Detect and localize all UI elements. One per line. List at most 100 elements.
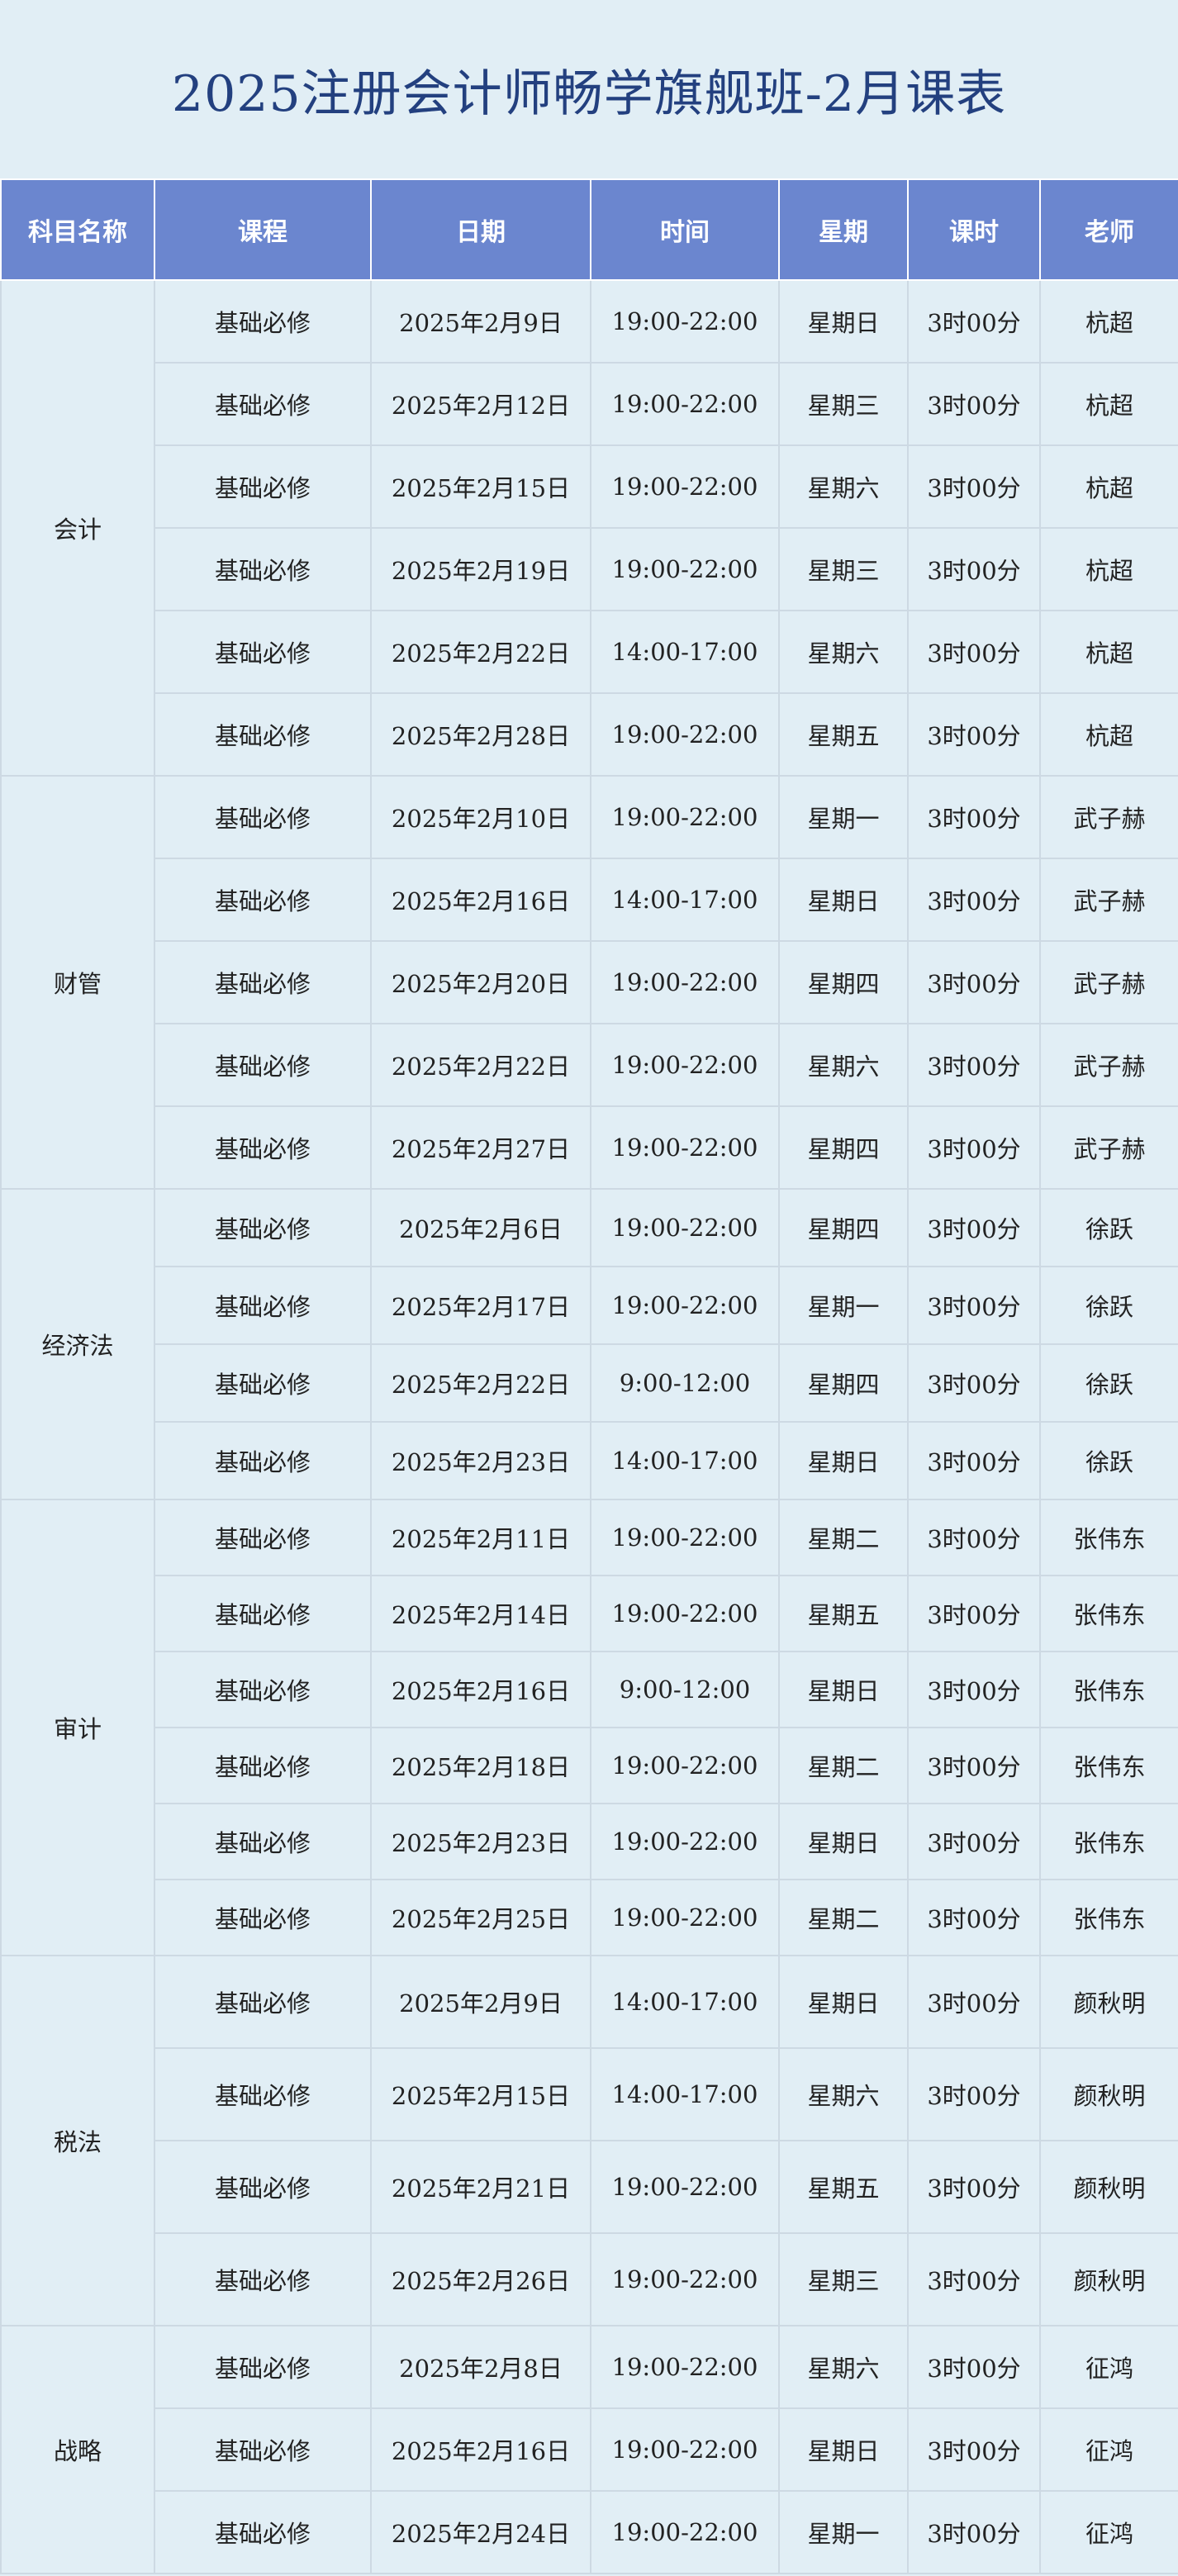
page-title: 2025注册会计师畅学旗舰班-2月课表 (171, 64, 1007, 123)
cell-teacher: 武子赫 (1039, 1105, 1178, 1190)
schedule-page: 2025注册会计师畅学旗舰班-2月课表 科目名称 课程 日期 时间 星期 课时 … (0, 0, 1178, 2576)
cell-date: 2025年2月20日 (370, 940, 591, 1024)
cell-course: 基础必修 (154, 362, 372, 446)
cell-subject: 审计 (0, 1499, 155, 1956)
cell-weekday: 星期六 (778, 2325, 909, 2409)
cell-time: 19:00-22:00 (590, 692, 780, 777)
cell-teacher: 杭超 (1039, 610, 1178, 694)
cell-date: 2025年2月11日 (370, 1499, 591, 1576)
cell-hours: 3时00分 (907, 1803, 1041, 1880)
cell-time: 14:00-17:00 (590, 858, 780, 942)
cell-hours: 3时00分 (907, 279, 1041, 364)
cell-course: 基础必修 (154, 1879, 372, 1956)
cell-hours: 3时00分 (907, 858, 1041, 942)
cell-teacher: 武子赫 (1039, 858, 1178, 942)
cell-time: 14:00-17:00 (590, 2047, 780, 2141)
cell-teacher: 张伟东 (1039, 1651, 1178, 1728)
cell-date: 2025年2月25日 (370, 1879, 591, 1956)
cell-weekday: 星期三 (778, 527, 909, 611)
cell-time: 9:00-12:00 (590, 1343, 780, 1423)
cell-date: 2025年2月17日 (370, 1266, 591, 1345)
header-weekday: 星期 (778, 178, 909, 281)
cell-weekday: 星期日 (778, 1955, 909, 2049)
table-row: 基础必修 2025年2月18日 19:00-22:00 星期二 3时00分 张伟东 (1, 1727, 1178, 1804)
cell-hours: 3时00分 (907, 362, 1041, 446)
cell-weekday: 星期日 (778, 858, 909, 942)
cell-subject: 战略 (0, 2325, 155, 2574)
cell-date: 2025年2月6日 (370, 1188, 591, 1267)
cell-date: 2025年2月22日 (370, 1023, 591, 1107)
cell-course: 基础必修 (154, 775, 372, 859)
cell-course: 基础必修 (154, 1499, 372, 1576)
cell-hours: 3时00分 (907, 2407, 1041, 2492)
cell-weekday: 星期二 (778, 1727, 909, 1804)
cell-course: 基础必修 (154, 1727, 372, 1804)
cell-teacher: 张伟东 (1039, 1879, 1178, 1956)
schedule-table: 科目名称 课程 日期 时间 星期 课时 老师 会计 基础必修 2025年2月9日 19… (0, 178, 1178, 2574)
cell-weekday: 星期一 (778, 1266, 909, 1345)
cell-time: 19:00-22:00 (590, 362, 780, 446)
cell-time: 19:00-22:00 (590, 2325, 780, 2409)
cell-course: 基础必修 (154, 610, 372, 694)
header-subject: 科目名称 (0, 178, 155, 281)
cell-time: 19:00-22:00 (590, 775, 780, 859)
cell-weekday: 星期四 (778, 1188, 909, 1267)
cell-course: 基础必修 (154, 2490, 372, 2574)
cell-course: 基础必修 (154, 444, 372, 529)
table-row: 基础必修 2025年2月27日 19:00-22:00 星期四 3时00分 武子赫 (1, 1105, 1178, 1190)
cell-date: 2025年2月28日 (370, 692, 591, 777)
cell-weekday: 星期六 (778, 2047, 909, 2141)
table-row: 基础必修 2025年2月21日 19:00-22:00 星期五 3时00分 颜秋明 (1, 2140, 1178, 2234)
cell-hours: 3时00分 (907, 527, 1041, 611)
table-row: 战略 基础必修 2025年2月8日 19:00-22:00 星期六 3时00分 征鸿 (0, 2325, 1178, 2574)
cell-weekday: 星期四 (778, 1105, 909, 1190)
cell-hours: 3时00分 (907, 1955, 1041, 2049)
cell-time: 19:00-22:00 (590, 1499, 780, 1576)
cell-teacher: 颜秋明 (1039, 2047, 1178, 2141)
cell-time: 14:00-17:00 (590, 1421, 780, 1500)
cell-hours: 3时00分 (907, 2140, 1041, 2234)
cell-date: 2025年2月24日 (370, 2490, 591, 2574)
table-row: 基础必修 2025年2月19日 19:00-22:00 星期三 3时00分 杭超 (1, 527, 1178, 611)
cell-weekday: 星期日 (778, 1421, 909, 1500)
cell-weekday: 星期三 (778, 2232, 909, 2326)
header-hours: 课时 (907, 178, 1041, 281)
cell-course: 基础必修 (154, 940, 372, 1024)
cell-hours: 3时00分 (907, 2490, 1041, 2574)
cell-subject: 经济法 (0, 1188, 155, 1500)
cell-course: 基础必修 (154, 1803, 372, 1880)
cell-hours: 3时00分 (907, 1105, 1041, 1190)
cell-course: 基础必修 (154, 1023, 372, 1107)
table-row: 财管 基础必修 2025年2月10日 19:00-22:00 星期一 3时00分 武子赫 (0, 775, 1178, 1190)
cell-date: 2025年2月22日 (370, 1343, 591, 1423)
cell-time: 19:00-22:00 (590, 1023, 780, 1107)
cell-date: 2025年2月8日 (370, 2325, 591, 2409)
table-row: 基础必修 2025年2月14日 19:00-22:00 星期五 3时00分 张伟东 (1, 1575, 1178, 1652)
cell-teacher: 征鸿 (1039, 2407, 1178, 2492)
cell-hours: 3时00分 (907, 2325, 1041, 2409)
cell-weekday: 星期一 (778, 2490, 909, 2574)
cell-course: 基础必修 (154, 2407, 372, 2492)
cell-weekday: 星期五 (778, 692, 909, 777)
cell-teacher: 征鸿 (1039, 2325, 1178, 2409)
table-row: 基础必修 2025年2月25日 19:00-22:00 星期二 3时00分 张伟东 (1, 1879, 1178, 1956)
table-row: 基础必修 2025年2月16日 19:00-22:00 星期日 3时00分 征鸿 (1, 2407, 1178, 2492)
header-teacher: 老师 (1039, 178, 1178, 281)
cell-time: 19:00-22:00 (590, 1803, 780, 1880)
cell-teacher: 张伟东 (1039, 1727, 1178, 1804)
cell-date: 2025年2月16日 (370, 2407, 591, 2492)
table-row: 经济法 基础必修 2025年2月6日 19:00-22:00 星期四 3时00分 徐跃 (0, 1188, 1178, 1500)
cell-time: 19:00-22:00 (590, 940, 780, 1024)
cell-teacher: 杭超 (1039, 362, 1178, 446)
cell-hours: 3时00分 (907, 1651, 1041, 1728)
header-date: 日期 (370, 178, 591, 281)
table-row: 基础必修 2025年2月16日 14:00-17:00 星期日 3时00分 武子赫 (1, 858, 1178, 942)
table-row: 基础必修 2025年2月22日 14:00-17:00 星期六 3时00分 杭超 (1, 610, 1178, 694)
table-row: 基础必修 2025年2月22日 19:00-22:00 星期六 3时00分 武子赫 (1, 1023, 1178, 1107)
cell-time: 19:00-22:00 (590, 2490, 780, 2574)
cell-course: 基础必修 (154, 2232, 372, 2326)
cell-weekday: 星期二 (778, 1499, 909, 1576)
cell-weekday: 星期五 (778, 2140, 909, 2234)
cell-date: 2025年2月10日 (370, 775, 591, 859)
cell-course: 基础必修 (154, 1266, 372, 1345)
